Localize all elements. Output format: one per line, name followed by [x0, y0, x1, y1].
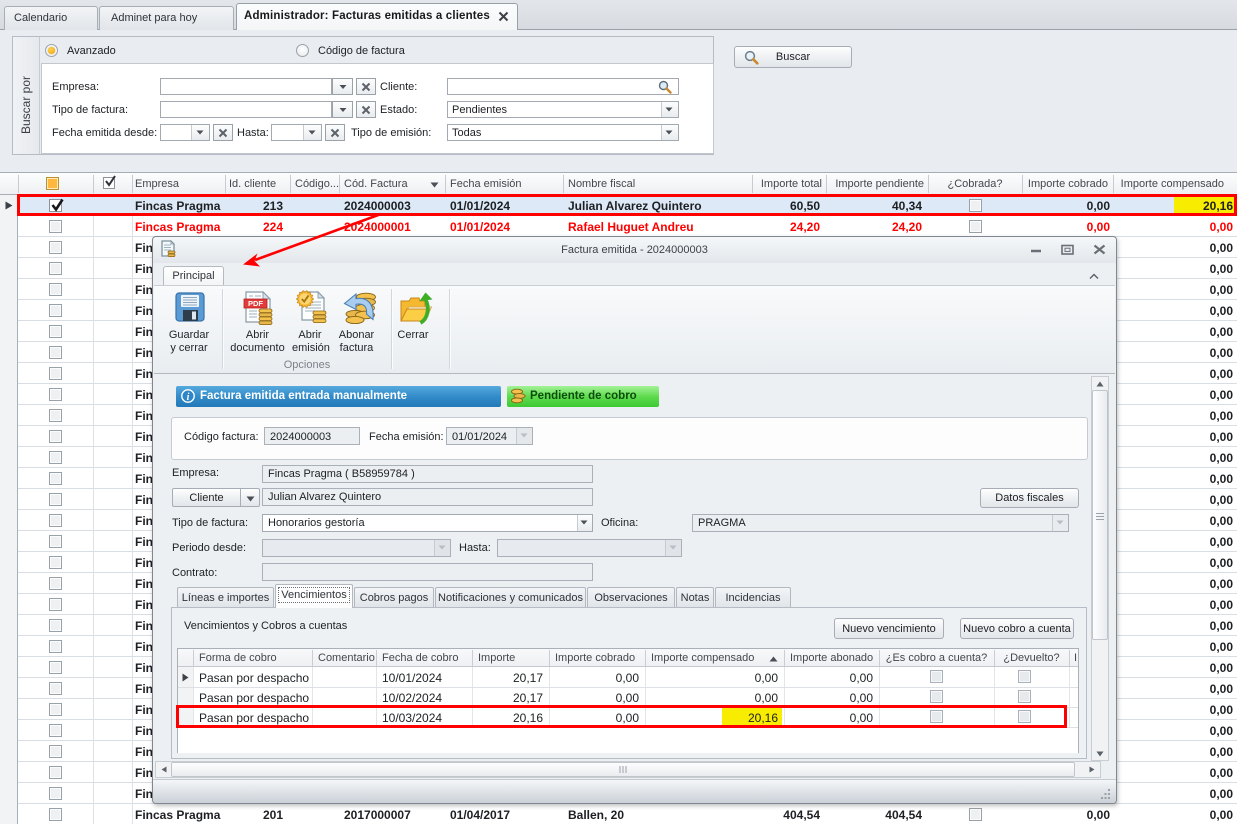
svg-text:PDF: PDF [248, 299, 263, 308]
svg-text:i: i [187, 392, 190, 403]
